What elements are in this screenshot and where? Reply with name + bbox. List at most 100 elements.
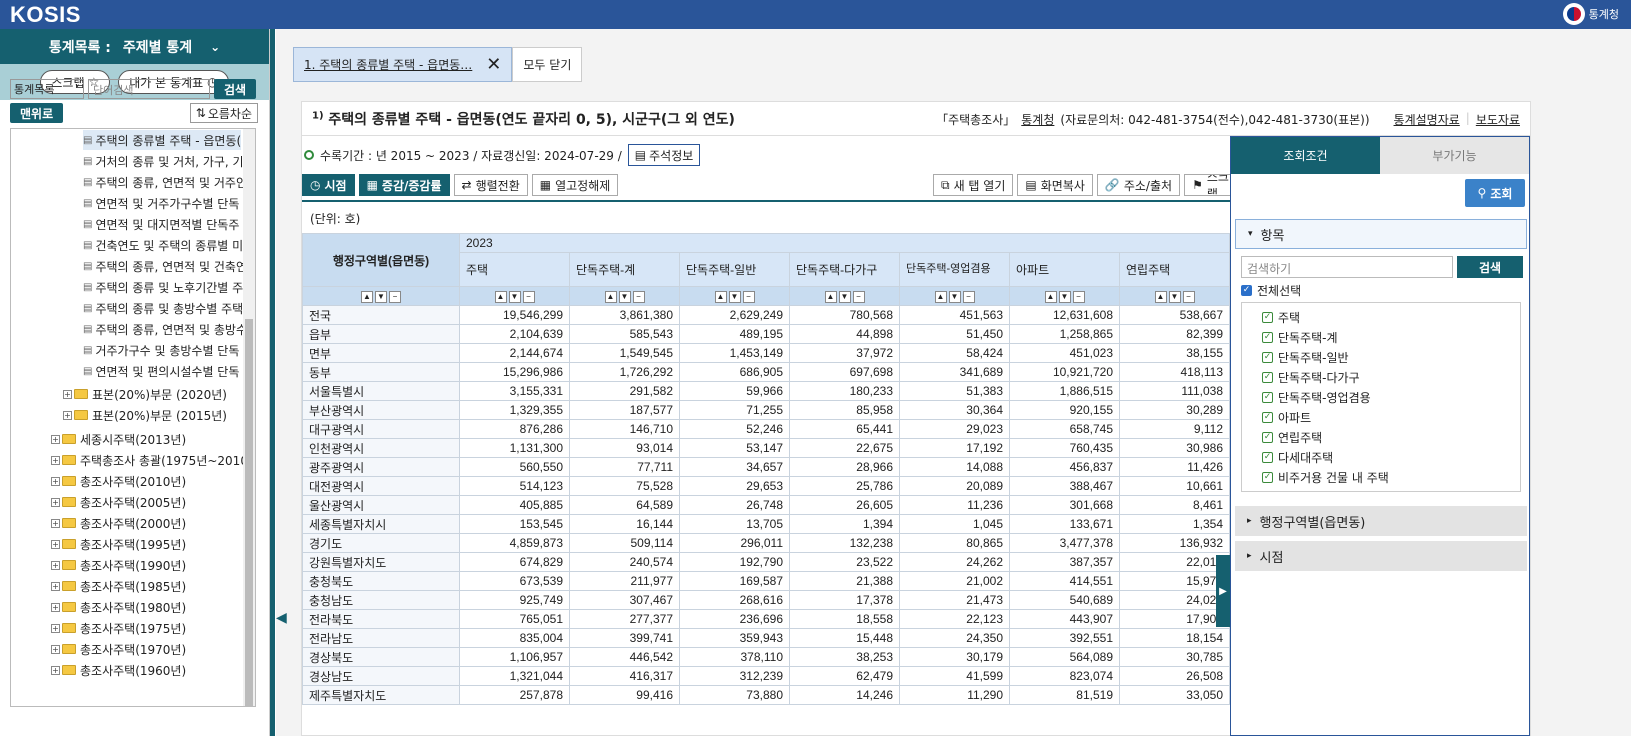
section-region[interactable]: ▸ 행정구역별(읍면동) [1235, 506, 1527, 536]
close-icon[interactable]: ✕ [486, 54, 501, 75]
minus-icon[interactable]: − [389, 290, 401, 303]
sort-controls[interactable]: ▲ ▼ − [1009, 286, 1120, 306]
row-label[interactable]: 세종특별자치시 [302, 514, 460, 534]
go-top-button[interactable]: 맨위로 [10, 103, 64, 123]
row-label[interactable]: 충청남도 [302, 590, 460, 610]
stats-list-header[interactable]: 통계목록 : 주제별 통계 ⌄ [0, 29, 269, 64]
item-checkbox[interactable]: ✓ 단독주택-계 [1262, 329, 1338, 346]
row-label[interactable]: 면부 [302, 343, 460, 363]
minus-icon[interactable]: − [632, 290, 645, 303]
tree-item[interactable]: ▤ 주택의 종류, 연면적 및 총방수 [83, 319, 247, 339]
sort-down-icon[interactable]: ▼ [1168, 290, 1181, 303]
collapse-left-icon[interactable]: ◀ [276, 610, 287, 626]
col-header[interactable]: 연립주택 [1119, 252, 1230, 287]
sort-up-icon[interactable]: ▲ [494, 290, 507, 303]
item-checkbox[interactable]: ✓ 단독주택-일반 [1262, 349, 1349, 366]
sort-up-icon[interactable]: ▲ [824, 290, 837, 303]
minus-icon[interactable]: − [742, 290, 755, 303]
word-search-input[interactable]: 단어검색 [88, 79, 210, 99]
tab-extra-functions[interactable]: 부가기능 [1380, 137, 1529, 174]
tree-folder[interactable]: + 표본(20%)부문 (2020년) [63, 384, 227, 404]
row-label[interactable]: 대전광역시 [302, 476, 460, 496]
sort-up-icon[interactable]: ▲ [1154, 290, 1167, 303]
row-label[interactable]: 강원특별자치도 [302, 552, 460, 572]
tree-folder[interactable]: + 총조사주택(2000년) [51, 513, 186, 533]
sort-down-icon[interactable]: ▼ [728, 290, 741, 303]
sort-down-icon[interactable]: ▼ [838, 290, 851, 303]
sort-down-icon[interactable]: ▼ [618, 290, 631, 303]
col-header[interactable]: 단독주택-일반 [679, 252, 790, 287]
col-header[interactable]: 단독주택-영업겸용 [899, 252, 1010, 287]
item-search-button[interactable]: 검색 [1457, 256, 1523, 278]
item-checkbox[interactable]: ✓ 연립주택 [1262, 429, 1322, 446]
tree-folder[interactable]: + 총조사주택(1980년) [51, 597, 186, 617]
item-checkbox[interactable]: ✓ 비주거용 건물 내 주택 [1262, 469, 1389, 486]
tree-search-button[interactable]: 검색 [214, 79, 257, 99]
sort-controls[interactable]: ▲ ▼ − [569, 286, 680, 306]
tree-folder[interactable]: + 주택총조사 총괄(1975년~2010년 [51, 450, 255, 470]
minus-icon[interactable]: − [1072, 290, 1085, 303]
tree-item[interactable]: ▤ 주택의 종류, 연면적 및 거주인 [83, 172, 247, 192]
row-label[interactable]: 부산광역시 [302, 400, 460, 420]
tree-scrollbar[interactable] [243, 129, 255, 706]
section-time[interactable]: ▸ 시점 [1235, 541, 1527, 571]
sort-ascending-button[interactable]: ⇅ 오름차순 [189, 103, 258, 123]
tree-folder[interactable]: + 총조사주택(1990년) [51, 555, 186, 575]
unfix-columns-button[interactable]: ▦ 열고정해제 [531, 174, 619, 196]
row-label[interactable]: 인천광역시 [302, 438, 460, 458]
row-label[interactable]: 충청북도 [302, 571, 460, 591]
tree-item[interactable]: ▤ 연면적 및 거주가구수별 단독 [83, 193, 239, 213]
tree-item[interactable]: ▤ 주택의 종류 및 총방수별 주택 [83, 298, 243, 318]
minus-icon[interactable]: − [522, 290, 535, 303]
row-label[interactable]: 제주특별자치도 [302, 685, 460, 705]
kosis-logo[interactable]: KOSIS [10, 2, 81, 28]
pivot-button[interactable]: ⇄ 행렬전환 [453, 174, 528, 196]
sort-up-icon[interactable]: ▲ [714, 290, 727, 303]
url-source-button[interactable]: 🔗 주소/출처 [1096, 174, 1181, 196]
item-checkbox[interactable]: ✓ 단독주택-영업겸용 [1262, 389, 1371, 406]
row-label[interactable]: 경상남도 [302, 666, 460, 686]
change-rate-button[interactable]: ▦ 증감/증감률 [358, 174, 450, 196]
tab-current-table[interactable]: 1. 주택의 종류별 주택 - 읍면동… ✕ [293, 47, 513, 82]
tree-item[interactable]: ▤ 연면적 및 편의시설수별 단독 [83, 361, 239, 381]
row-label[interactable]: 읍부 [302, 324, 460, 344]
year-header[interactable]: 2023 [459, 233, 1230, 253]
expand-right-panel-handle[interactable]: ▶ [1216, 555, 1230, 627]
sort-controls[interactable]: ▲ ▼ − [789, 286, 900, 306]
tab-query-conditions[interactable]: 조회조건 [1231, 137, 1380, 174]
note-info-button[interactable]: ▤ 주석정보 [627, 144, 701, 166]
sort-controls[interactable]: ▲ ▼ − [459, 286, 570, 306]
press-release-link[interactable]: 보도자료 [1476, 111, 1520, 128]
item-checkbox[interactable]: ✓ 주택 [1262, 309, 1300, 326]
tree-folder[interactable]: + 총조사주택(1960년) [51, 660, 186, 680]
sort-up-icon[interactable]: ▲ [934, 290, 947, 303]
stats-description-link[interactable]: 통계설명자료 [1394, 111, 1460, 128]
tree-folder[interactable]: + 총조사주택(2010년) [51, 471, 186, 491]
row-label[interactable]: 서울특별시 [302, 381, 460, 401]
org-link[interactable]: 통계청 [1021, 111, 1054, 128]
row-label[interactable]: 전라남도 [302, 628, 460, 648]
time-button[interactable]: ◷ 시점 [302, 174, 355, 196]
close-all-tabs-button[interactable]: 모두 닫기 [512, 47, 583, 82]
item-checkbox[interactable]: ✓ 다세대주택 [1262, 449, 1333, 466]
tree-item[interactable]: ▤ 건축연도 및 주택의 종류별 미 [83, 235, 243, 255]
row-label[interactable]: 동부 [302, 362, 460, 382]
sort-down-icon[interactable]: ▼ [948, 290, 961, 303]
col-header[interactable]: 단독주택-계 [569, 252, 680, 287]
row-header[interactable]: 행정구역별(읍면동) [302, 233, 460, 287]
sort-up-icon[interactable]: ▲ [1044, 290, 1057, 303]
sort-up-icon[interactable]: ▲ [361, 290, 373, 303]
tree-folder[interactable]: + 총조사주택(1970년) [51, 639, 186, 659]
tree-item[interactable]: ▤ 연면적 및 대지면적별 단독주 [83, 214, 239, 234]
query-button[interactable]: ⚲ 조회 [1465, 179, 1525, 207]
select-all-checkbox[interactable]: ✓ 전체선택 [1241, 282, 1301, 299]
row-label[interactable]: 광주광역시 [302, 457, 460, 477]
list-type-select[interactable]: 통계목록 ˅ [10, 79, 84, 99]
minus-icon[interactable]: − [962, 290, 975, 303]
col-header[interactable]: 아파트 [1009, 252, 1120, 287]
screen-copy-button[interactable]: ▤ 화면복사 [1017, 174, 1093, 196]
tree-folder[interactable]: + 총조사주택(1985년) [51, 576, 186, 596]
section-items[interactable]: ▾ 항목 [1235, 219, 1527, 249]
row-label[interactable]: 울산광역시 [302, 495, 460, 515]
tree-item[interactable]: ▤ 거처의 종류 및 거처, 가구, 기 [83, 151, 244, 171]
